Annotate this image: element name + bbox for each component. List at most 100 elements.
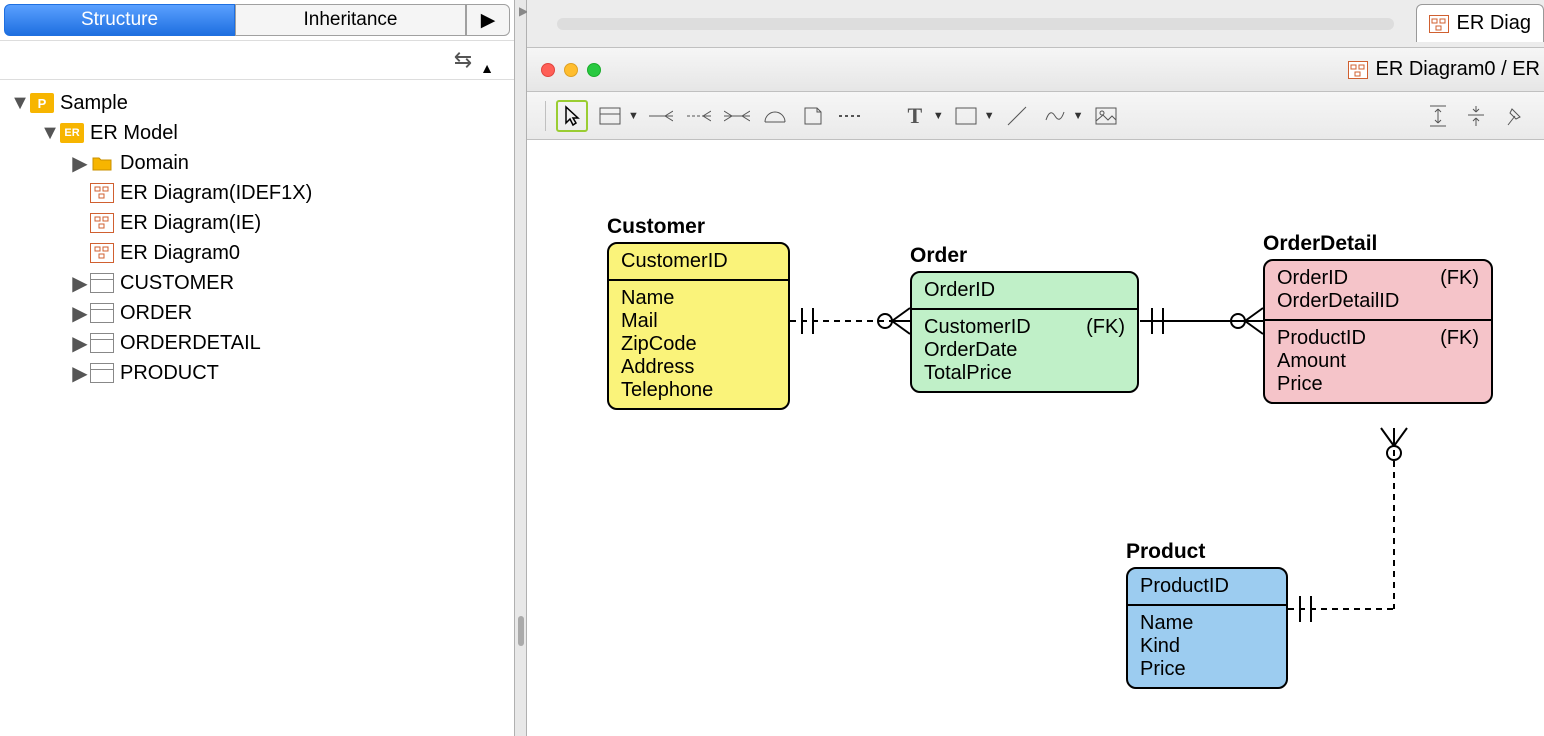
entity-attr: ProductID(FK) (1277, 327, 1479, 350)
window-title-bar: ER Diagram0 / ER (527, 48, 1544, 92)
tree-toolbar: ⇆ ▲ (0, 40, 514, 80)
entity-attr: CustomerID (621, 250, 776, 273)
entity-pk-section: OrderID (912, 273, 1137, 310)
tree-domain[interactable]: ▶ Domain (4, 148, 510, 178)
entity-pk-section: CustomerID (609, 244, 788, 281)
dropdown-icon[interactable]: ▼ (628, 110, 639, 122)
entity-attrs-section: CustomerID(FK) OrderDate TotalPrice (912, 310, 1137, 391)
tab-more-arrow[interactable]: ▶ (466, 4, 510, 36)
tree-label: ER Diagram0 (120, 242, 240, 265)
entity-attr: Mail (621, 310, 776, 333)
structure-panel: Structure Inheritance ▶ ⇆ ▲ ▼ P Sample ▼… (0, 0, 515, 736)
tree-table-order[interactable]: ▶ ORDER (4, 298, 510, 328)
dash-line-tool-icon[interactable] (835, 100, 867, 132)
line-tool-icon[interactable] (1001, 100, 1033, 132)
entity-attrs-section: Name Mail ZipCode Address Telephone (609, 281, 788, 408)
identifying-rel-tool-icon[interactable] (645, 100, 677, 132)
disclosure-icon[interactable]: ▶ (70, 331, 90, 356)
entity-attr: Name (621, 287, 776, 310)
close-window-icon[interactable] (541, 63, 555, 77)
entity-title-customer: Customer (607, 215, 705, 239)
entity-pk-section: OrderID(FK) OrderDetailID (1265, 261, 1491, 321)
document-tab-er-diag[interactable]: ER Diag (1416, 4, 1544, 42)
entity-tool-icon[interactable] (594, 100, 626, 132)
diagram-icon (1429, 15, 1449, 33)
diagram-icon (90, 243, 114, 263)
entity-attr: Telephone (621, 379, 776, 402)
vcompress-tool-icon[interactable] (1460, 100, 1492, 132)
model-tree: ▼ P Sample ▼ ER ER Model ▶ Domain ER Dia… (0, 80, 514, 396)
entity-attr: Address (621, 356, 776, 379)
disclosure-icon[interactable]: ▶ (70, 301, 90, 326)
image-tool-icon[interactable] (1090, 100, 1122, 132)
nonidentifying-rel-tool-icon[interactable] (683, 100, 715, 132)
entity-attrs-section: ProductID(FK) Amount Price (1265, 321, 1491, 402)
entity-attr: TotalPrice (924, 362, 1125, 385)
vgap-tool-icon[interactable] (1422, 100, 1454, 132)
entity-pk-section: ProductID (1128, 569, 1286, 606)
tree-diagram0[interactable]: ER Diagram0 (4, 238, 510, 268)
tree-diagram-idef1x[interactable]: ER Diagram(IDEF1X) (4, 178, 510, 208)
tree-diagram-ie[interactable]: ER Diagram(IE) (4, 208, 510, 238)
tree-table-orderdetail[interactable]: ▶ ORDERDETAIL (4, 328, 510, 358)
diagram-canvas[interactable]: Customer CustomerID Name Mail ZipCode Ad… (527, 140, 1544, 736)
tab-structure[interactable]: Structure (4, 4, 235, 36)
splitter-thumb[interactable] (518, 616, 524, 646)
dropdown-icon[interactable]: ▼ (984, 110, 995, 122)
rect-tool-icon[interactable] (950, 100, 982, 132)
zoom-window-icon[interactable] (587, 63, 601, 77)
tab-scroll-track[interactable] (557, 18, 1394, 30)
minimize-window-icon[interactable] (564, 63, 578, 77)
entity-title-order: Order (910, 244, 967, 268)
traffic-lights (541, 63, 601, 77)
many-many-tool-icon[interactable] (721, 100, 753, 132)
entity-attrs-section: Name Kind Price (1128, 606, 1286, 687)
disclosure-icon[interactable]: ▼ (40, 122, 60, 145)
tab-inheritance[interactable]: Inheritance (235, 4, 466, 36)
subtype-tool-icon[interactable] (759, 100, 791, 132)
tree-label: ER Diagram(IDEF1X) (120, 182, 312, 205)
entity-attr: CustomerID(FK) (924, 316, 1125, 339)
entity-attr: OrderDate (924, 339, 1125, 362)
table-icon (90, 363, 114, 383)
toolbar-separator (545, 101, 546, 131)
entity-order[interactable]: OrderID CustomerID(FK) OrderDate TotalPr… (910, 271, 1139, 393)
entity-customer[interactable]: CustomerID Name Mail ZipCode Address Tel… (607, 242, 790, 410)
text-tool-icon[interactable]: T (899, 100, 931, 132)
tree-label: ER Diagram(IE) (120, 212, 261, 235)
tree-table-product[interactable]: ▶ PRODUCT (4, 358, 510, 388)
entity-attr: Price (1140, 658, 1274, 681)
sync-icon[interactable]: ⇆ (454, 47, 472, 73)
entity-attr: OrderID(FK) (1277, 267, 1479, 290)
tree-er-model[interactable]: ▼ ER ER Model (4, 118, 510, 148)
tree-table-customer[interactable]: ▶ CUSTOMER (4, 268, 510, 298)
disclosure-icon[interactable]: ▶ (70, 151, 90, 176)
entity-product[interactable]: ProductID Name Kind Price (1126, 567, 1288, 689)
freehand-tool-icon[interactable] (1039, 100, 1071, 132)
note-tool-icon[interactable] (797, 100, 829, 132)
folder-icon (90, 153, 114, 173)
entity-attr: Kind (1140, 635, 1274, 658)
diagram-icon (90, 213, 114, 233)
table-icon (90, 303, 114, 323)
tree-label: ORDER (120, 302, 192, 325)
tree-label: ORDERDETAIL (120, 332, 261, 355)
entity-title-product: Product (1126, 540, 1205, 564)
disclosure-icon[interactable]: ▼ (10, 92, 30, 115)
table-icon (90, 333, 114, 353)
window-title: ER Diagram0 / ER (1348, 48, 1544, 91)
editor-area: ER Diag ER Diagram0 / ER ▼ (527, 0, 1544, 736)
entity-orderdetail[interactable]: OrderID(FK) OrderDetailID ProductID(FK) … (1263, 259, 1493, 404)
pin-tool-icon[interactable] (1498, 100, 1530, 132)
pointer-tool-icon[interactable] (556, 100, 588, 132)
disclosure-icon[interactable]: ▶ (70, 271, 90, 296)
dropdown-icon[interactable]: ▼ (1073, 110, 1084, 122)
entity-title-orderdetail: OrderDetail (1263, 232, 1377, 256)
tree-label: CUSTOMER (120, 272, 234, 295)
tree-root-sample[interactable]: ▼ P Sample (4, 88, 510, 118)
collapse-icon[interactable]: ▲ (480, 60, 494, 76)
disclosure-icon[interactable]: ▶ (70, 361, 90, 386)
vertical-splitter[interactable]: ▶ (515, 0, 527, 736)
dropdown-icon[interactable]: ▼ (933, 110, 944, 122)
tree-label: Sample (60, 92, 128, 115)
